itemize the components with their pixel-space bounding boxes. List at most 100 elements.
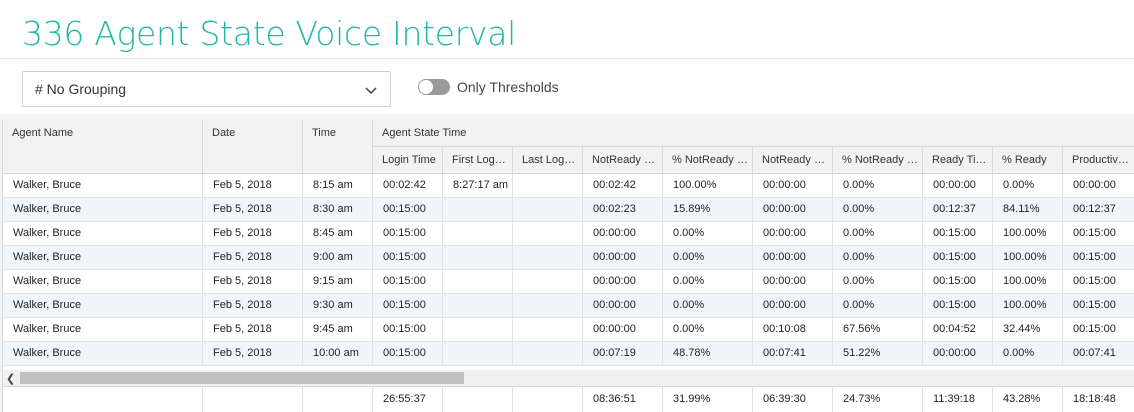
cell-time: 10:00 am <box>303 342 373 365</box>
cell-notready-n: 00:00:00 <box>583 318 663 341</box>
cell-pct-notready-pr: 0.00% <box>833 294 923 317</box>
cell-notready-pr: 00:00:00 <box>753 198 833 221</box>
column-header-productive[interactable]: Productive... <box>1063 147 1134 174</box>
only-thresholds-toggle[interactable] <box>418 79 450 95</box>
total-last-logout <box>513 387 583 412</box>
cell-pct-notready-pr: 51.22% <box>833 342 923 365</box>
chevron-left-icon[interactable]: ❮ <box>6 372 16 385</box>
cell-pct-ready: 100.00% <box>993 294 1063 317</box>
cell-notready-n: 00:00:00 <box>583 270 663 293</box>
cell-notready-pr: 00:00:00 <box>753 270 833 293</box>
page-title: 336 Agent State Voice Interval <box>22 14 517 53</box>
column-header-date[interactable]: Date <box>203 120 303 174</box>
table-row[interactable]: Walker, Bruce Feb 5, 2018 8:15 am 00:02:42 8… <box>3 174 1134 198</box>
cell-notready-pr: 00:10:08 <box>753 318 833 341</box>
table-row[interactable]: Walker, Bruce Feb 5, 2018 9:00 am 00:15:00 0… <box>3 246 1134 270</box>
column-header-login-time[interactable]: Login Time <box>373 147 443 174</box>
total-ready-time: 11:39:18 <box>923 387 993 412</box>
column-header-notready-n[interactable]: NotReady N... <box>583 147 663 174</box>
table-row[interactable]: Walker, Bruce Feb 5, 2018 9:45 am 00:15:00 0… <box>3 318 1134 342</box>
cell-date: Feb 5, 2018 <box>203 318 303 341</box>
total-notready-n: 08:36:51 <box>583 387 663 412</box>
cell-last-logout <box>513 222 583 245</box>
table-row[interactable]: Walker, Bruce Feb 5, 2018 8:30 am 00:15:00 0… <box>3 198 1134 222</box>
cell-last-logout <box>513 174 583 197</box>
column-header-first-login[interactable]: First Login... <box>443 147 513 174</box>
table-row[interactable]: Walker, Bruce Feb 5, 2018 9:30 am 00:15:00 0… <box>3 294 1134 318</box>
table-row[interactable]: Walker, Bruce Feb 5, 2018 8:45 am 00:15:00 0… <box>3 222 1134 246</box>
cell-productive: 00:07:41 <box>1063 342 1134 365</box>
cell-login-time: 00:15:00 <box>373 246 443 269</box>
horizontal-scrollbar[interactable]: ❮ <box>3 370 1134 386</box>
cell-time: 8:30 am <box>303 198 373 221</box>
cell-pct-notready-n: 0.00% <box>663 222 753 245</box>
table-row[interactable]: Walker, Bruce Feb 5, 2018 9:15 am 00:15:00 0… <box>3 270 1134 294</box>
total-pct-notready-pr: 24.73% <box>833 387 923 412</box>
scrollbar-thumb[interactable] <box>20 372 464 384</box>
cell-last-logout <box>513 246 583 269</box>
cell-first-login <box>443 294 513 317</box>
column-header-pct-ready[interactable]: % Ready <box>993 147 1063 174</box>
column-header-ready-time[interactable]: Ready Time <box>923 147 993 174</box>
cell-date: Feb 5, 2018 <box>203 270 303 293</box>
cell-date: Feb 5, 2018 <box>203 294 303 317</box>
cell-ready-time: 00:15:00 <box>923 294 993 317</box>
cell-productive: 00:12:37 <box>1063 198 1134 221</box>
table-row[interactable]: Walker, Bruce Feb 5, 2018 10:00 am 00:15:00… <box>3 342 1134 366</box>
cell-pct-ready: 100.00% <box>993 270 1063 293</box>
total-pct-notready-n: 31.99% <box>663 387 753 412</box>
cell-date: Feb 5, 2018 <box>203 246 303 269</box>
cell-pct-ready: 100.00% <box>993 222 1063 245</box>
cell-productive: 00:15:00 <box>1063 246 1134 269</box>
cell-first-login <box>443 246 513 269</box>
cell-pct-notready-n: 100.00% <box>663 174 753 197</box>
cell-date: Feb 5, 2018 <box>203 174 303 197</box>
cell-pct-notready-pr: 67.56% <box>833 318 923 341</box>
cell-notready-n: 00:02:23 <box>583 198 663 221</box>
toggle-knob <box>419 80 433 94</box>
cell-agent-name: Walker, Bruce <box>3 174 203 197</box>
cell-last-logout <box>513 198 583 221</box>
cell-first-login <box>443 198 513 221</box>
cell-notready-n: 00:00:00 <box>583 246 663 269</box>
cell-first-login: 8:27:17 am <box>443 174 513 197</box>
cell-ready-time: 00:15:00 <box>923 246 993 269</box>
cell-ready-time: 00:15:00 <box>923 270 993 293</box>
cell-agent-name: Walker, Bruce <box>3 318 203 341</box>
cell-first-login <box>443 270 513 293</box>
cell-first-login <box>443 342 513 365</box>
grid-body: Walker, Bruce Feb 5, 2018 8:15 am 00:02:42 8… <box>3 174 1134 366</box>
cell-notready-pr: 00:00:00 <box>753 222 833 245</box>
cell-productive: 00:15:00 <box>1063 270 1134 293</box>
cell-notready-pr: 00:00:00 <box>753 174 833 197</box>
cell-notready-pr: 00:00:00 <box>753 246 833 269</box>
cell-agent-name: Walker, Bruce <box>3 222 203 245</box>
column-header-last-logout[interactable]: Last Logo... <box>513 147 583 174</box>
grouping-value: # No Grouping <box>35 81 127 97</box>
cell-login-time: 00:02:42 <box>373 174 443 197</box>
column-header-pct-notready-pr[interactable]: % NotReady Pr... <box>833 147 923 174</box>
cell-ready-time: 00:00:00 <box>923 342 993 365</box>
column-header-pct-notready-n[interactable]: % NotReady N... <box>663 147 753 174</box>
column-header-agent-name[interactable]: Agent Name <box>3 120 203 174</box>
total-productive: 18:18:48 <box>1063 387 1134 412</box>
cell-pct-notready-n: 0.00% <box>663 270 753 293</box>
cell-productive: 00:15:00 <box>1063 222 1134 245</box>
cell-agent-name: Walker, Bruce <box>3 294 203 317</box>
cell-agent-name: Walker, Bruce <box>3 342 203 365</box>
cell-agent-name: Walker, Bruce <box>3 270 203 293</box>
cell-notready-n: 00:00:00 <box>583 294 663 317</box>
cell-notready-n: 00:02:42 <box>583 174 663 197</box>
only-thresholds-control: Only Thresholds <box>418 79 559 95</box>
report-grid: Agent Name Date Time Agent State Time Lo… <box>2 120 1134 412</box>
cell-first-login <box>443 318 513 341</box>
cell-pct-notready-n: 48.78% <box>663 342 753 365</box>
cell-notready-pr: 00:07:41 <box>753 342 833 365</box>
cell-agent-name: Walker, Bruce <box>3 198 203 221</box>
column-header-time[interactable]: Time <box>303 120 373 174</box>
cell-last-logout <box>513 342 583 365</box>
grouping-dropdown[interactable]: # No Grouping <box>22 71 391 107</box>
column-header-notready-pr[interactable]: NotReady Pr... <box>753 147 833 174</box>
cell-pct-notready-n: 0.00% <box>663 294 753 317</box>
cell-ready-time: 00:00:00 <box>923 174 993 197</box>
